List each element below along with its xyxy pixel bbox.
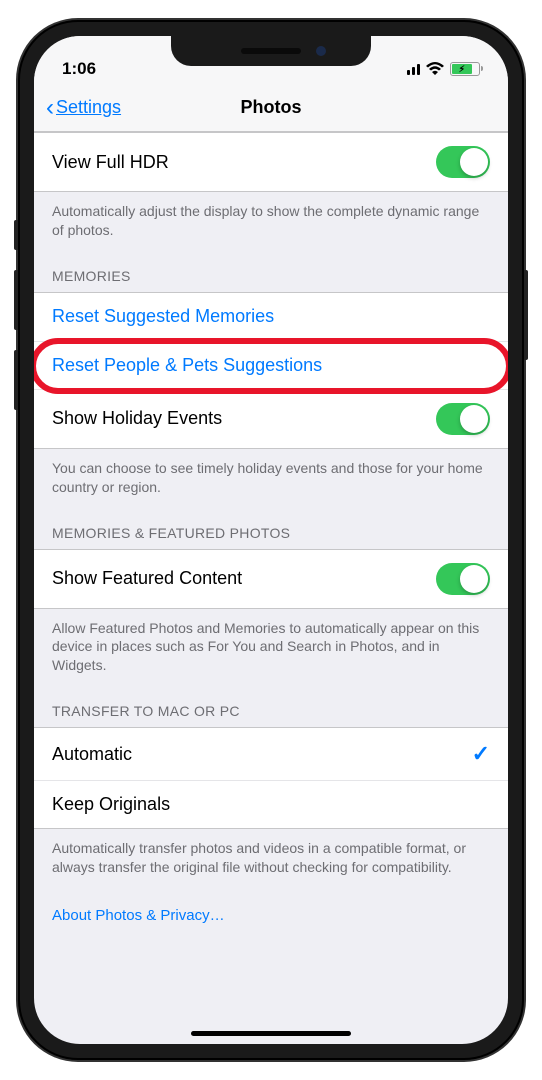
back-label: Settings [56, 97, 121, 118]
hdr-footer: Automatically adjust the display to show… [34, 192, 508, 246]
home-indicator[interactable] [191, 1031, 351, 1036]
reset-people-label: Reset People & Pets Suggestions [52, 355, 322, 376]
transfer-footer: Automatically transfer photos and videos… [34, 829, 508, 883]
memories-header: MEMORIES [34, 246, 508, 292]
screen: 1:06 ⚡︎ ‹ Settings Photos View Full [34, 36, 508, 1044]
wifi-icon [426, 62, 444, 76]
checkmark-icon: ✓ [472, 741, 490, 767]
memories-group: Reset Suggested Memories Reset People & … [34, 292, 508, 449]
about-photos-privacy-link[interactable]: About Photos & Privacy… [34, 883, 508, 934]
transfer-keep-originals-label: Keep Originals [52, 794, 170, 815]
view-full-hdr-switch[interactable] [436, 146, 490, 178]
featured-header: MEMORIES & FEATURED PHOTOS [34, 503, 508, 549]
transfer-automatic-row[interactable]: Automatic ✓ [34, 728, 508, 780]
show-featured-switch[interactable] [436, 563, 490, 595]
phone-side-buttons-left [14, 220, 18, 430]
transfer-automatic-label: Automatic [52, 744, 132, 765]
transfer-group: Automatic ✓ Keep Originals [34, 727, 508, 829]
reset-people-pets-button[interactable]: Reset People & Pets Suggestions [34, 341, 508, 389]
featured-footer: Allow Featured Photos and Memories to au… [34, 609, 508, 682]
notch [171, 36, 371, 66]
status-time: 1:06 [62, 59, 96, 79]
status-indicators: ⚡︎ [407, 62, 480, 76]
chevron-back-icon: ‹ [46, 94, 54, 122]
show-holiday-events-row[interactable]: Show Holiday Events [34, 389, 508, 448]
cellular-signal-icon [407, 63, 420, 75]
phone-side-button-right [524, 270, 528, 360]
view-full-hdr-row[interactable]: View Full HDR [34, 133, 508, 191]
show-holiday-switch[interactable] [436, 403, 490, 435]
transfer-keep-originals-row[interactable]: Keep Originals [34, 780, 508, 828]
about-link-label: About Photos & Privacy… [52, 907, 225, 924]
battery-charging-icon: ⚡︎ [450, 62, 480, 76]
view-full-hdr-label: View Full HDR [52, 152, 169, 173]
transfer-header: TRANSFER TO MAC OR PC [34, 681, 508, 727]
settings-content[interactable]: View Full HDR Automatically adjust the d… [34, 132, 508, 1044]
show-featured-content-row[interactable]: Show Featured Content [34, 550, 508, 608]
show-holiday-label: Show Holiday Events [52, 408, 222, 429]
reset-suggested-label: Reset Suggested Memories [52, 306, 274, 327]
page-title: Photos [241, 97, 302, 118]
show-featured-label: Show Featured Content [52, 568, 242, 589]
nav-bar: ‹ Settings Photos [34, 84, 508, 132]
featured-group: Show Featured Content [34, 549, 508, 609]
reset-suggested-memories-button[interactable]: Reset Suggested Memories [34, 293, 508, 341]
hdr-group: View Full HDR [34, 132, 508, 192]
phone-frame: 1:06 ⚡︎ ‹ Settings Photos View Full [18, 20, 524, 1060]
back-button[interactable]: ‹ Settings [46, 94, 121, 122]
memories-footer: You can choose to see timely holiday eve… [34, 449, 508, 503]
